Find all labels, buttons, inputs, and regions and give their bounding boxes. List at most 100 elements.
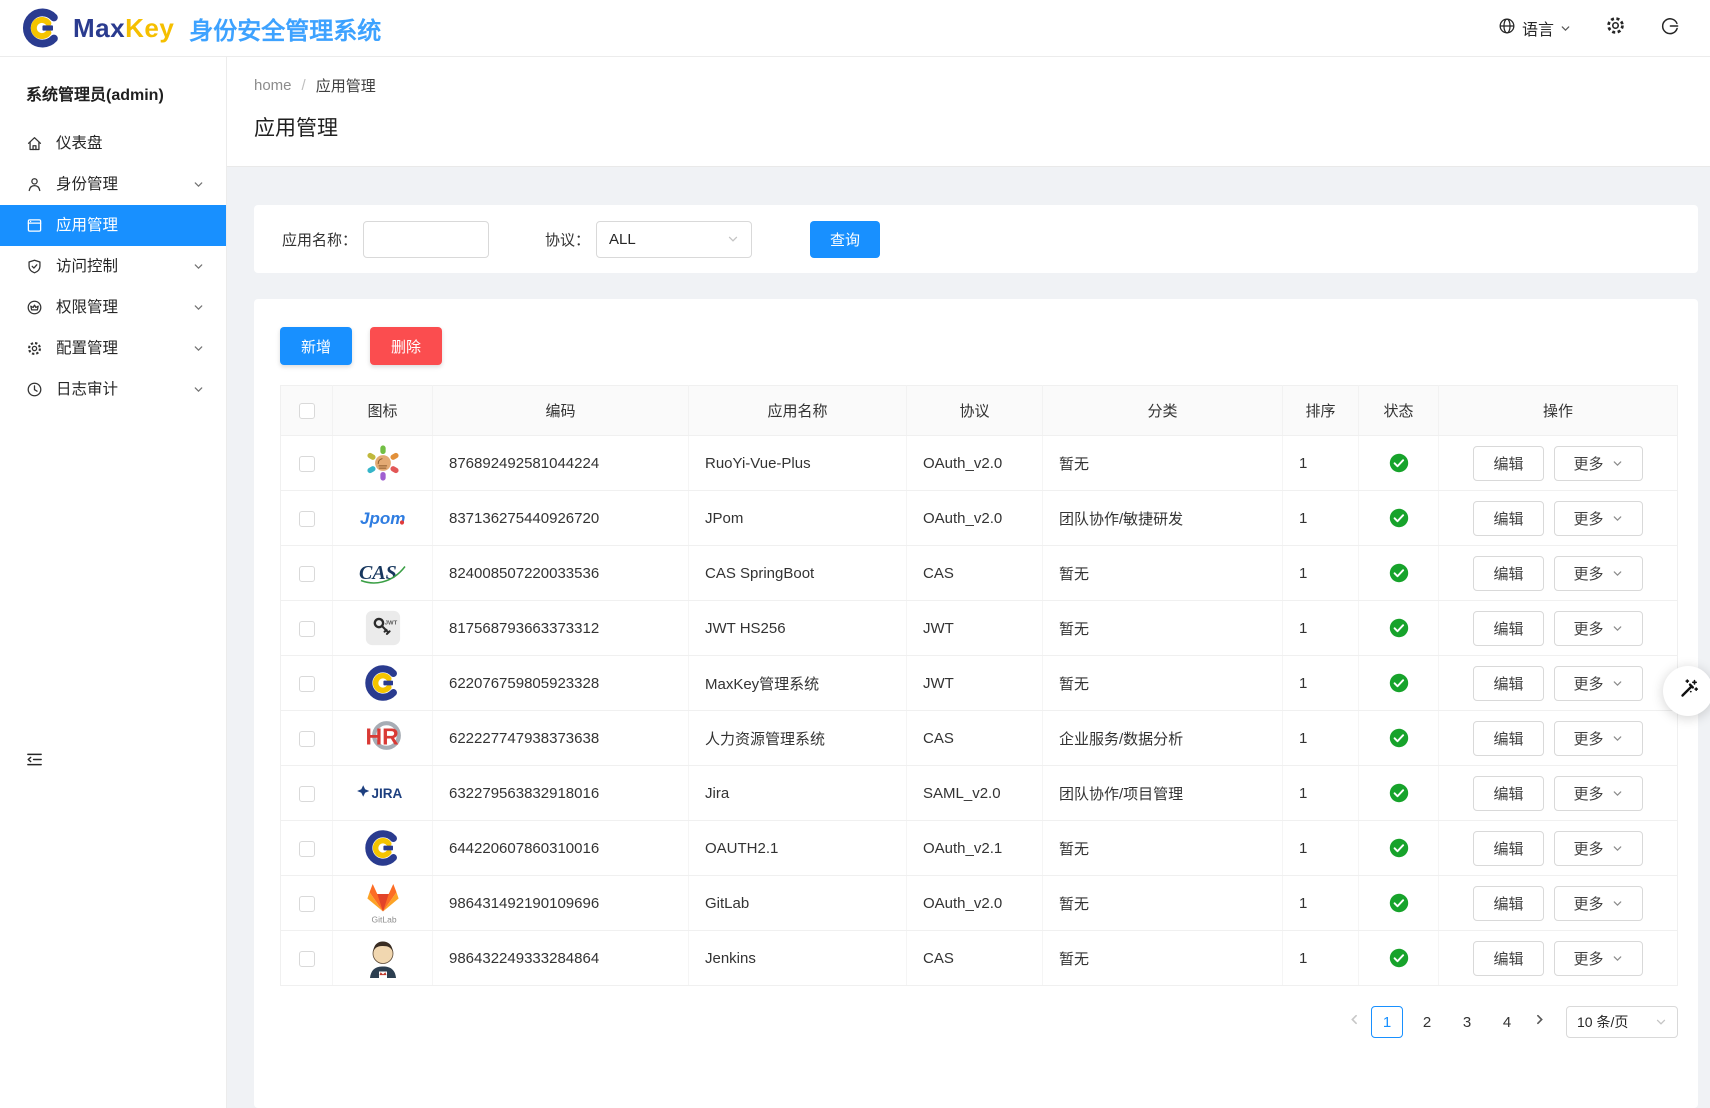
edit-button[interactable]: 编辑	[1473, 446, 1543, 481]
app-name: 人力资源管理系统	[689, 711, 907, 766]
col-header-actions: 操作	[1439, 386, 1678, 436]
status-enabled-icon	[1389, 893, 1409, 913]
status-enabled-icon	[1389, 948, 1409, 968]
app-name: JWT HS256	[689, 601, 907, 656]
more-button[interactable]: 更多	[1554, 831, 1643, 866]
table-toolbar: 新增 删除	[280, 327, 1678, 365]
apps-icon	[26, 217, 43, 234]
app-sort: 1	[1283, 656, 1359, 711]
sidebar-item-config[interactable]: 配置管理	[0, 328, 226, 369]
more-button[interactable]: 更多	[1554, 721, 1643, 756]
row-checkbox[interactable]	[299, 621, 315, 637]
app-category: 暂无	[1043, 546, 1283, 601]
row-checkbox[interactable]	[299, 676, 315, 692]
page-button-3[interactable]: 3	[1451, 1006, 1483, 1038]
more-button[interactable]: 更多	[1554, 556, 1643, 591]
page-size-value: 10 条/页	[1577, 1012, 1628, 1032]
add-button[interactable]: 新增	[280, 327, 352, 365]
app-code: 622076759805923328	[433, 656, 689, 711]
app-sort: 1	[1283, 931, 1359, 986]
table-header-row: 图标编码应用名称协议分类排序状态操作	[281, 386, 1678, 436]
more-button[interactable]: 更多	[1554, 666, 1643, 701]
app-name-input[interactable]	[363, 221, 489, 258]
chevron-down-icon	[193, 261, 204, 272]
page-button-4[interactable]: 4	[1491, 1006, 1523, 1038]
col-header-category: 分类	[1043, 386, 1283, 436]
delete-button[interactable]: 删除	[370, 327, 442, 365]
menu-fold-button[interactable]	[25, 750, 44, 774]
app-category: 团队协作/敏捷研发	[1043, 491, 1283, 546]
app-category: 暂无	[1043, 821, 1283, 876]
search-button[interactable]: 查询	[810, 221, 880, 258]
magic-wand-button[interactable]	[1663, 666, 1710, 716]
breadcrumb-separator: /	[302, 77, 306, 94]
prev-page-button[interactable]	[1344, 1009, 1365, 1035]
row-checkbox[interactable]	[299, 731, 315, 747]
more-button[interactable]: 更多	[1554, 886, 1643, 921]
sidebar-item-identity[interactable]: 身份管理	[0, 164, 226, 205]
edit-button[interactable]: 编辑	[1473, 831, 1543, 866]
page-button-1[interactable]: 1	[1371, 1006, 1403, 1038]
apps-table: 图标编码应用名称协议分类排序状态操作 876892492581044224 Ru…	[280, 385, 1678, 986]
sidebar-item-apps[interactable]: 应用管理	[0, 205, 226, 246]
app-protocol: JWT	[907, 656, 1043, 711]
row-checkbox[interactable]	[299, 841, 315, 857]
app-code: 644220607860310016	[433, 821, 689, 876]
row-checkbox[interactable]	[299, 456, 315, 472]
page-size-select[interactable]: 10 条/页	[1566, 1006, 1678, 1038]
next-page-button[interactable]	[1529, 1009, 1550, 1035]
app-protocol: OAuth_v2.1	[907, 821, 1043, 876]
table-row: GitLab 986431492190109696 GitLab OAuth_v…	[281, 876, 1678, 931]
status-enabled-icon	[1389, 563, 1409, 583]
app-protocol: OAuth_v2.0	[907, 436, 1043, 491]
row-checkbox[interactable]	[299, 566, 315, 582]
edit-button[interactable]: 编辑	[1473, 556, 1543, 591]
col-header-icon: 图标	[333, 386, 433, 436]
edit-button[interactable]: 编辑	[1473, 666, 1543, 701]
protocol-select[interactable]: ALL	[596, 221, 752, 258]
more-button[interactable]: 更多	[1554, 611, 1643, 646]
sidebar-item-access[interactable]: 访问控制	[0, 246, 226, 287]
row-checkbox[interactable]	[299, 786, 315, 802]
more-button[interactable]: 更多	[1554, 501, 1643, 536]
sidebar-item-audit[interactable]: 日志审计	[0, 369, 226, 410]
col-header-checkbox	[281, 386, 333, 436]
app-protocol: OAuth_v2.0	[907, 876, 1043, 931]
sidebar-item-dashboard[interactable]: 仪表盘	[0, 123, 226, 164]
app-code: 876892492581044224	[433, 436, 689, 491]
language-button[interactable]: 语言	[1498, 16, 1571, 40]
sidebar-item-permission[interactable]: 权限管理	[0, 287, 226, 328]
svg-text:JIRA: JIRA	[371, 786, 402, 801]
content-area: 应用名称： 协议： ALL 查询 新增 删除	[227, 167, 1710, 1108]
settings-gear-button[interactable]	[1605, 15, 1626, 41]
current-user: 系统管理员(admin)	[0, 57, 226, 115]
edit-button[interactable]: 编辑	[1473, 501, 1543, 536]
select-all-checkbox[interactable]	[299, 403, 315, 419]
svg-text:JWT: JWT	[384, 620, 397, 626]
page-button-2[interactable]: 2	[1411, 1006, 1443, 1038]
chevron-down-icon	[193, 302, 204, 313]
edit-button[interactable]: 编辑	[1473, 611, 1543, 646]
more-button[interactable]: 更多	[1554, 941, 1643, 976]
app-sort: 1	[1283, 601, 1359, 656]
chevron-right-icon	[1533, 1013, 1546, 1031]
more-button[interactable]: 更多	[1554, 446, 1643, 481]
edit-button[interactable]: 编辑	[1473, 886, 1543, 921]
svg-text:Jpom: Jpom	[360, 509, 405, 528]
edit-button[interactable]: 编辑	[1473, 941, 1543, 976]
app-sort: 1	[1283, 546, 1359, 601]
logout-button[interactable]	[1660, 16, 1680, 41]
more-button[interactable]: 更多	[1554, 776, 1643, 811]
ruoyi-icon	[364, 444, 402, 482]
maxkey-icon	[363, 663, 403, 703]
chevron-down-icon	[193, 384, 204, 395]
row-checkbox[interactable]	[299, 951, 315, 967]
row-checkbox[interactable]	[299, 511, 315, 527]
edit-button[interactable]: 编辑	[1473, 721, 1543, 756]
row-checkbox[interactable]	[299, 896, 315, 912]
app-name: MaxKey管理系统	[689, 656, 907, 711]
breadcrumb-home[interactable]: home	[254, 77, 292, 94]
edit-button[interactable]: 编辑	[1473, 776, 1543, 811]
sidebar: 系统管理员(admin) 仪表盘 身份管理 应用管理 访问控制 权限管理 配置管…	[0, 57, 227, 1108]
col-header-protocol: 协议	[907, 386, 1043, 436]
